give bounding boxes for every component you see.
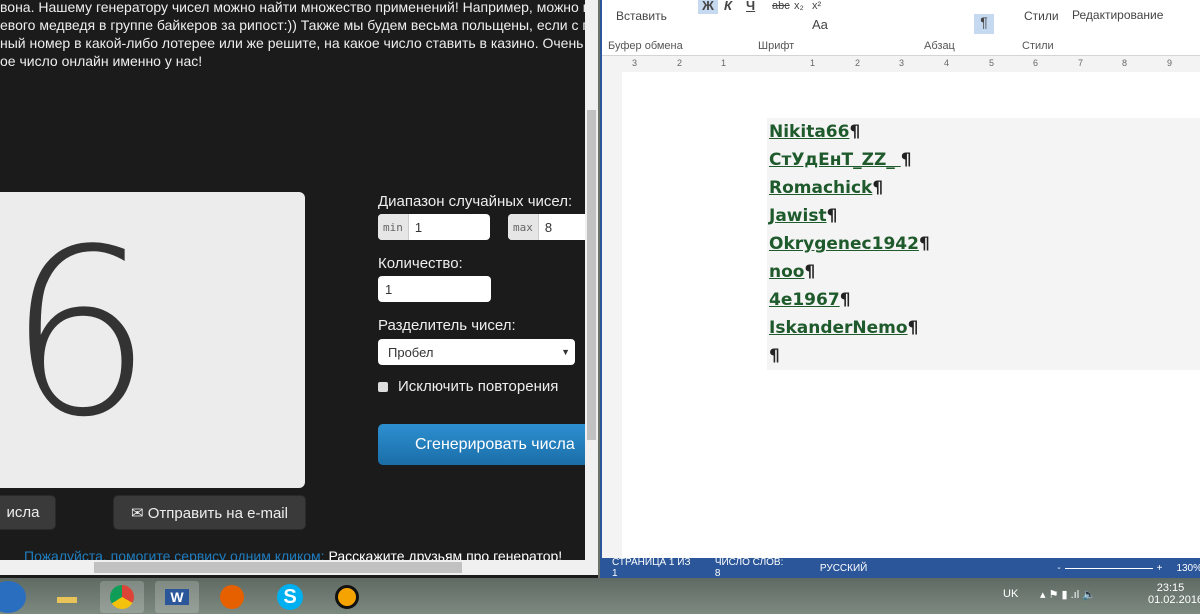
- strike-button[interactable]: abc: [772, 0, 790, 12]
- show-marks-button[interactable]: ¶: [974, 14, 994, 34]
- ruler-tick: 1: [721, 58, 727, 68]
- tray-icons[interactable]: ▴ ⚑ ▮ .ıl 🔈: [1040, 588, 1096, 601]
- ruler-tick: 3: [899, 58, 905, 68]
- clock[interactable]: 23:15 01.02.2016: [1148, 582, 1200, 606]
- doc-line: ¶: [769, 346, 780, 366]
- ruler-tick: 9: [1167, 58, 1173, 68]
- doc-line: СтУдЕнТ_ZZ_ ¶: [769, 150, 912, 170]
- group-clipboard: Буфер обмена: [608, 40, 683, 52]
- group-paragraph: Абзац: [924, 40, 955, 52]
- separator-select[interactable]: Пробел ▼: [378, 339, 575, 365]
- page-count[interactable]: СТРАНИЦА 1 ИЗ 1: [612, 557, 697, 579]
- paste-button[interactable]: Вставить: [616, 9, 667, 23]
- ruler-tick: 1: [810, 58, 816, 68]
- scroll-thumb[interactable]: [587, 110, 596, 440]
- chrome-icon[interactable]: [100, 581, 144, 613]
- intro-line: ный номер в какой-либо лотерее или же ре…: [0, 35, 585, 51]
- horizontal-scrollbar[interactable]: [0, 560, 598, 575]
- intro-text: вона. Нашему генератору чисел можно найт…: [0, 0, 585, 70]
- ruler-tick: 6: [1033, 58, 1039, 68]
- superscript-button[interactable]: x²: [812, 0, 821, 12]
- exclude-label: Исключить повторения: [398, 378, 559, 395]
- result-number: 6: [6, 201, 154, 468]
- language-indicator[interactable]: UK: [1003, 588, 1018, 600]
- doc-line: 4e1967¶: [769, 290, 851, 310]
- count-input[interactable]: 1: [378, 276, 491, 302]
- intro-line: ое число онлайн именно у нас!: [0, 53, 203, 69]
- separator-label: Разделитель чисел:: [378, 317, 516, 334]
- ruler-tick: 2: [677, 58, 683, 68]
- bold-button[interactable]: Ж: [698, 0, 718, 14]
- doc-line: IskanderNemo¶: [769, 318, 919, 338]
- max-value: 8: [544, 219, 553, 235]
- min-value: 1: [414, 219, 423, 235]
- styles-button[interactable]: Стили: [1024, 9, 1059, 23]
- start-button[interactable]: [0, 581, 26, 613]
- status-bar: СТРАНИЦА 1 ИЗ 1 ЧИСЛО СЛОВ: 8 РУССКИЙ - …: [602, 557, 1200, 579]
- explorer-icon[interactable]: ▬: [45, 581, 89, 613]
- browser-window: вона. Нашему генератору чисел можно найт…: [0, 0, 598, 578]
- aimp-icon[interactable]: [325, 581, 369, 613]
- group-styles: Стили: [1022, 40, 1054, 52]
- generate-button[interactable]: Сгенерировать числа: [378, 424, 598, 465]
- ruler-tick: 4: [944, 58, 950, 68]
- doc-line: Nikita66¶: [769, 122, 861, 142]
- separator-value: Пробел: [388, 344, 434, 360]
- range-label: Диапазон случайных чисел:: [378, 193, 573, 210]
- ruler-tick: 3: [632, 58, 638, 68]
- date: 01.02.2016: [1148, 594, 1200, 606]
- zoom-slider[interactable]: [1064, 567, 1153, 569]
- hscroll-thumb[interactable]: [94, 562, 462, 573]
- subscript-button[interactable]: x₂: [794, 0, 804, 12]
- doc-line: Jawist¶: [769, 206, 838, 226]
- italic-button[interactable]: К: [724, 0, 732, 13]
- ruler-tick: 7: [1078, 58, 1084, 68]
- count-label: Количество:: [378, 255, 463, 272]
- change-case-button[interactable]: Aa: [812, 17, 828, 32]
- ruler-tick: 8: [1122, 58, 1128, 68]
- group-font: Шрифт: [758, 40, 795, 52]
- ruler-tick: 5: [989, 58, 995, 68]
- taskbar: ▬ W S UK ▴ ⚑ ▮ .ıl 🔈 23:15 01.02.2016: [0, 578, 1200, 614]
- exclude-checkbox[interactable]: [378, 382, 388, 392]
- language[interactable]: РУССКИЙ: [820, 563, 867, 574]
- min-addon: min: [378, 214, 409, 240]
- min-input[interactable]: min 1: [378, 214, 490, 240]
- ruler-tick: 2: [855, 58, 861, 68]
- intro-line: евого медведя в группе байкеров за рипос…: [0, 17, 585, 33]
- zoom-plus[interactable]: +: [1157, 563, 1163, 574]
- max-addon: max: [508, 214, 539, 240]
- skype-icon[interactable]: S: [268, 581, 312, 613]
- intro-line: вона. Нашему генератору чисел можно найт…: [0, 0, 585, 15]
- doc-line: noo¶: [769, 262, 816, 282]
- doc-line: Romachick¶: [769, 178, 884, 198]
- underline-button[interactable]: Ч: [746, 0, 755, 13]
- copy-button[interactable]: исла: [0, 495, 56, 530]
- doc-line: Okrygenec1942¶: [769, 234, 930, 254]
- ribbon: Вставить Ж К Ч abc x₂ x² Aa ¶ Стили Реда…: [602, 0, 1200, 56]
- firefox-icon[interactable]: [210, 581, 254, 613]
- vertical-scrollbar[interactable]: [585, 0, 598, 560]
- word-window: Вставить Ж К Ч abc x₂ x² Aa ¶ Стили Реда…: [600, 0, 1200, 579]
- word-count[interactable]: ЧИСЛО СЛОВ: 8: [715, 557, 790, 579]
- chevron-down-icon: ▼: [561, 347, 570, 357]
- zoom-minus[interactable]: -: [1057, 563, 1060, 574]
- vertical-ruler[interactable]: [602, 72, 622, 558]
- email-button[interactable]: ✉ Отправить на e-mail: [113, 495, 306, 530]
- zoom-level[interactable]: 130%: [1176, 563, 1200, 574]
- time: 23:15: [1156, 582, 1185, 594]
- word-icon[interactable]: W: [155, 581, 199, 613]
- horizontal-ruler[interactable]: 3 2 1 1 2 3 4 5 6 7 8 9: [602, 56, 1200, 72]
- editing-button[interactable]: Редактирование: [1072, 8, 1163, 22]
- document-text[interactable]: Nikita66¶ СтУдЕнТ_ZZ_ ¶ Romachick¶ Jawis…: [767, 118, 1200, 370]
